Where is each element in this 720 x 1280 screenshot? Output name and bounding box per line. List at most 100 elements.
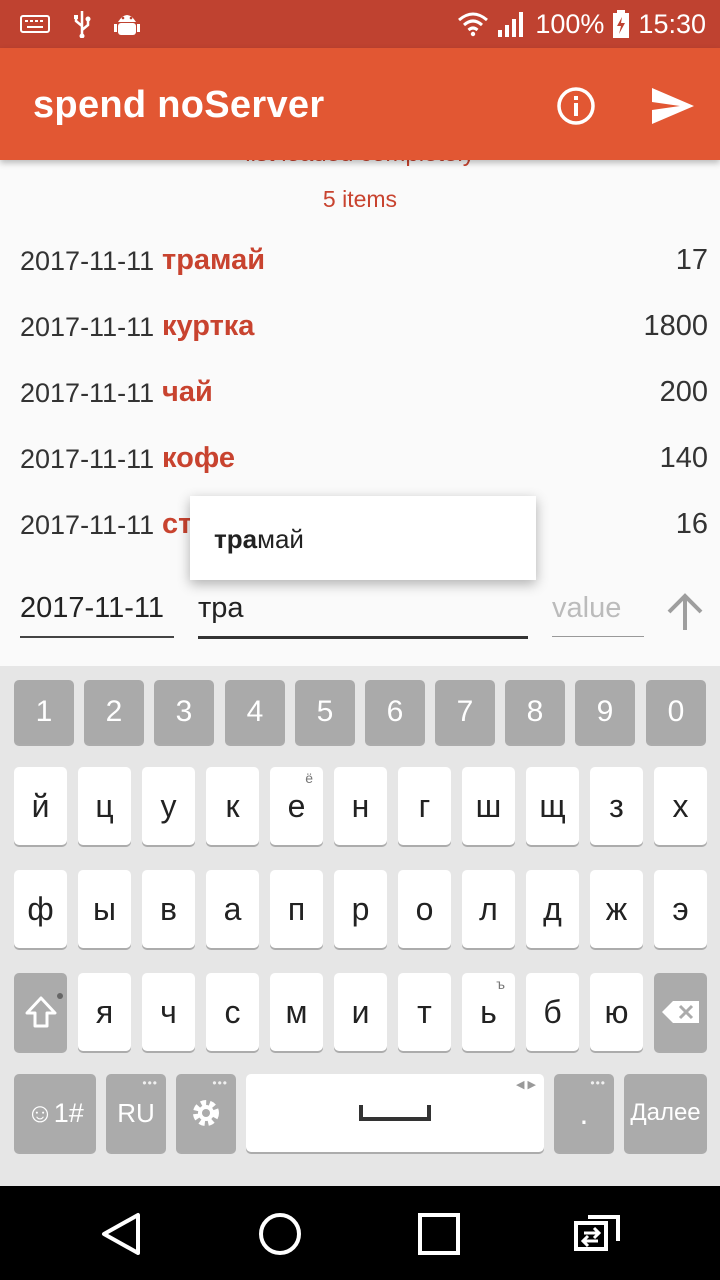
item-date: 2017-11-11 — [20, 312, 155, 342]
key-letter[interactable]: я — [78, 973, 131, 1051]
key-4[interactable]: 4 — [225, 680, 285, 744]
name-field[interactable]: тра — [198, 592, 528, 639]
space-icon — [359, 1105, 431, 1121]
item-name: куртка — [162, 310, 255, 342]
emoji-symbols-key[interactable]: ☺1# — [14, 1074, 96, 1152]
key-letter[interactable]: э — [654, 870, 707, 948]
clock: 15:30 — [638, 8, 706, 39]
key-letter[interactable]: ц — [78, 767, 131, 845]
usb-icon — [74, 11, 91, 38]
back-icon[interactable] — [98, 1209, 148, 1259]
shift-key[interactable] — [14, 973, 67, 1051]
item-name: кофе — [162, 442, 235, 474]
key-letter[interactable]: т — [398, 973, 451, 1051]
key-letter[interactable]: о — [398, 870, 451, 948]
value-field[interactable]: value — [552, 592, 644, 637]
key-6[interactable]: 6 — [365, 680, 425, 744]
battery-percent: 100% — [535, 8, 605, 39]
key-letter[interactable]: н — [334, 767, 387, 845]
list-item[interactable]: 2017-11-11 куртка 1800 — [0, 302, 720, 352]
item-amount: 17 — [675, 244, 708, 276]
key-letter[interactable]: у — [142, 767, 195, 845]
language-switch-icon: ◀ ▶ — [516, 1079, 536, 1091]
item-amount: 16 — [675, 508, 708, 540]
item-name: ст — [162, 508, 193, 540]
suggestion-text: трамай — [214, 524, 304, 555]
key-0[interactable]: 0 — [646, 680, 706, 744]
item-date: 2017-11-11 — [20, 444, 155, 474]
key-9[interactable]: 9 — [575, 680, 635, 744]
key-letter[interactable]: ф — [14, 870, 67, 948]
key-letter[interactable]: ш — [462, 767, 515, 845]
key-label: RU — [117, 1097, 155, 1128]
key-letter[interactable]: м — [270, 973, 323, 1051]
autocomplete-suggestion[interactable]: трамай — [190, 496, 536, 580]
period-key[interactable]: •••. — [554, 1074, 614, 1152]
backspace-key[interactable] — [654, 973, 707, 1051]
key-8[interactable]: 8 — [505, 680, 565, 744]
home-icon[interactable] — [255, 1209, 305, 1259]
list-item[interactable]: 2017-11-11 кофе 140 — [0, 434, 720, 484]
key-letter[interactable]: г — [398, 767, 451, 845]
key-letter[interactable]: к — [206, 767, 259, 845]
key-letter[interactable]: щ — [526, 767, 579, 845]
key-5[interactable]: 5 — [295, 680, 355, 744]
key-letter[interactable]: й — [14, 767, 67, 845]
backspace-icon — [661, 1001, 699, 1023]
key-letter[interactable]: б — [526, 973, 579, 1051]
key-letter-soft-sign[interactable]: ъь — [462, 973, 515, 1051]
signal-icon — [498, 12, 524, 37]
more-dots: ••• — [212, 1076, 228, 1090]
item-amount: 200 — [659, 376, 708, 408]
key-letter[interactable]: ю — [590, 973, 643, 1051]
key-letter[interactable]: л — [462, 870, 515, 948]
key-letter[interactable]: в — [142, 870, 195, 948]
suggestion-rest: май — [257, 524, 304, 554]
shift-indicator — [57, 993, 63, 999]
key-letter[interactable]: а — [206, 870, 259, 948]
key-2[interactable]: 2 — [84, 680, 144, 744]
key-label: . — [579, 1094, 589, 1131]
item-date: 2017-11-11 — [20, 510, 155, 540]
recents-icon[interactable] — [414, 1209, 464, 1259]
key-3[interactable]: 3 — [154, 680, 214, 744]
key-letter[interactable]: х — [654, 767, 707, 845]
space-key[interactable]: ◀ ▶ — [246, 1074, 544, 1152]
key-letter[interactable]: р — [334, 870, 387, 948]
key-letter[interactable]: и — [334, 973, 387, 1051]
switch-app-icon[interactable] — [572, 1209, 622, 1259]
enter-key[interactable]: Далее — [624, 1074, 707, 1152]
key-letter[interactable]: с — [206, 973, 259, 1051]
key-7[interactable]: 7 — [435, 680, 495, 744]
key-letter[interactable]: ы — [78, 870, 131, 948]
battery-charging-icon — [613, 10, 630, 38]
list-item[interactable]: 2017-11-11 чай 200 — [0, 368, 720, 418]
key-letter[interactable]: ж — [590, 870, 643, 948]
shift-icon — [25, 996, 56, 1028]
key-1[interactable]: 1 — [14, 680, 74, 744]
language-key[interactable]: ••• RU — [106, 1074, 166, 1152]
key-letter[interactable]: п — [270, 870, 323, 948]
wifi-icon — [458, 12, 489, 37]
key-letter-e[interactable]: ёе — [270, 767, 323, 845]
info-icon[interactable] — [556, 86, 596, 126]
send-icon[interactable] — [650, 86, 696, 126]
item-amount: 1800 — [643, 310, 708, 342]
key-hint: ё — [305, 770, 313, 786]
list-item[interactable]: 2017-11-11 трамай 17 — [0, 236, 720, 286]
arrow-up-icon[interactable] — [664, 592, 706, 634]
key-letter[interactable]: з — [590, 767, 643, 845]
key-hint: ъ — [496, 976, 505, 992]
key-label: ь — [480, 993, 497, 1030]
more-dots: ••• — [590, 1076, 606, 1090]
key-letter[interactable]: д — [526, 870, 579, 948]
item-date: 2017-11-11 — [20, 246, 155, 276]
key-letter[interactable]: ч — [142, 973, 195, 1051]
status-bar: 100% 15:30 — [0, 0, 720, 48]
item-name: трамай — [162, 244, 266, 276]
soft-keyboard: 1 2 3 4 5 6 7 8 9 0 й ц у к ёе н г ш щ з… — [0, 666, 720, 1186]
item-amount: 140 — [659, 442, 708, 474]
date-field[interactable]: 2017-11-11 — [20, 592, 174, 638]
settings-key[interactable]: ••• — [176, 1074, 236, 1152]
navigation-bar — [0, 1186, 720, 1280]
